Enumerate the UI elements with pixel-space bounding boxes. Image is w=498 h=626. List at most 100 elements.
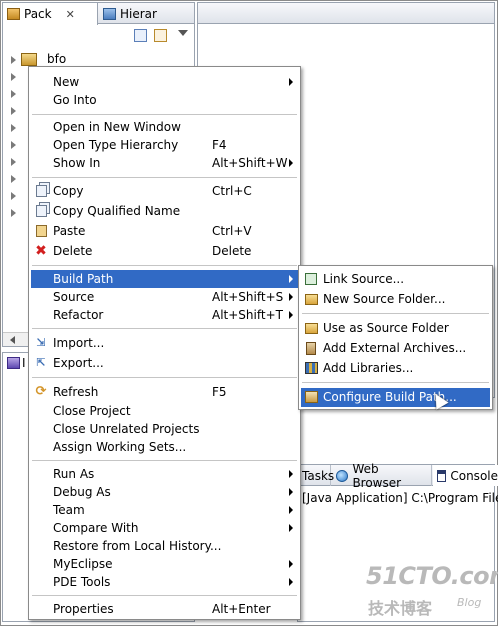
menu-item-new-source-folder[interactable]: New Source Folder... (301, 290, 490, 309)
menu-item-label: MyEclipse (53, 557, 113, 571)
outline-icon (7, 357, 20, 369)
build-path-submenu: Link Source... New Source Folder... Use … (298, 265, 493, 410)
menu-item-label: Restore from Local History... (53, 539, 222, 553)
menu-item-label: Use as Source Folder (323, 321, 449, 335)
submenu-arrow-icon (289, 506, 293, 514)
link-with-editor-icon[interactable] (154, 29, 167, 42)
menu-item-open-type-hierarchy[interactable]: Open Type Hierarchy F4 (31, 136, 298, 154)
expand-twisty-icon[interactable] (11, 107, 16, 115)
menu-item-label: Paste (53, 224, 86, 238)
tree-item-label: bfo (47, 52, 67, 66)
menu-item-add-external-archives[interactable]: Add External Archives... (301, 339, 490, 358)
menu-item-close-project[interactable]: Close Project (31, 402, 298, 420)
menu-item-label: Run As (53, 467, 95, 481)
menu-item-myeclipse[interactable]: MyEclipse (31, 555, 298, 573)
watermark-blog: Blog (457, 596, 482, 609)
tab-label: Tasks (302, 468, 335, 483)
menu-item-label: Source (53, 290, 95, 304)
menu-item-run-as[interactable]: Run As (31, 465, 298, 483)
expand-twisty-icon[interactable] (11, 90, 16, 98)
tab-package-explorer[interactable]: Pack ✕ (3, 3, 98, 25)
menu-item-new[interactable]: New (31, 73, 298, 91)
menu-item-compare-with[interactable]: Compare With (31, 519, 298, 537)
menu-item-label: New (53, 75, 80, 89)
menu-item-refresh[interactable]: ⟳ Refresh F5 (31, 383, 298, 401)
menu-item-assign-working-sets[interactable]: Assign Working Sets... (31, 438, 298, 456)
menu-item-copy-qualified-name[interactable]: Copy Qualified Name (31, 202, 298, 220)
menu-item-use-as-source-folder[interactable]: Use as Source Folder (301, 319, 490, 338)
menu-item-paste[interactable]: Paste Ctrl+V (31, 222, 298, 240)
submenu-arrow-icon (289, 488, 293, 496)
menu-separator (32, 177, 297, 178)
scroll-left-arrow-icon[interactable] (6, 336, 15, 344)
globe-icon (336, 469, 349, 482)
tab-hierarchy[interactable]: Hierar (99, 3, 194, 24)
menu-item-accelerator: Delete (212, 244, 252, 258)
menu-item-open-in-new-window[interactable]: Open in New Window (31, 118, 298, 136)
menu-item-accelerator: Ctrl+C (212, 184, 252, 198)
menu-item-copy[interactable]: Copy Ctrl+C (31, 182, 298, 200)
expand-twisty-icon[interactable] (11, 192, 16, 200)
expand-twisty-icon[interactable] (11, 175, 16, 183)
menu-item-label: Open Type Hierarchy (53, 138, 179, 152)
menu-item-pde-tools[interactable]: PDE Tools (31, 573, 298, 591)
tab-label: Web Browser (352, 461, 402, 490)
menu-item-label: Close Project (53, 404, 131, 418)
expand-twisty-icon[interactable] (11, 141, 16, 149)
menu-separator (302, 382, 489, 383)
menu-item-import[interactable]: ⇲ Import... (31, 334, 298, 352)
menu-item-restore-from-local-history[interactable]: Restore from Local History... (31, 537, 298, 555)
menu-item-label: Link Source... (323, 272, 405, 286)
close-icon[interactable]: ✕ (66, 8, 75, 21)
menu-item-label: Copy (53, 184, 84, 198)
menu-item-build-path[interactable]: Build Path (31, 270, 298, 288)
menu-item-label: Refactor (53, 308, 104, 322)
menu-item-go-into[interactable]: Go Into (31, 91, 298, 109)
expand-twisty-icon[interactable] (11, 73, 16, 81)
view-menu-chevron-down-icon[interactable] (178, 30, 188, 41)
menu-item-delete[interactable]: ✖ Delete Delete (31, 242, 298, 260)
menu-item-accelerator: F5 (212, 385, 227, 399)
menu-item-refactor[interactable]: Refactor Alt+Shift+T (31, 306, 298, 324)
import-icon: ⇲ (36, 336, 46, 349)
tab-outline[interactable]: I (3, 353, 29, 373)
menu-separator (32, 460, 297, 461)
menu-item-team[interactable]: Team (31, 501, 298, 519)
paste-icon (34, 224, 48, 238)
menu-item-debug-as[interactable]: Debug As (31, 483, 298, 501)
menu-separator (302, 313, 489, 314)
expand-twisty-icon[interactable] (11, 124, 16, 132)
menu-item-accelerator: Alt+Shift+W (212, 156, 288, 170)
menu-item-accelerator: F4 (212, 138, 227, 152)
tab-web-browser[interactable]: Web Browser (332, 462, 432, 490)
menu-item-label: Export... (53, 356, 104, 370)
tab-label: Hierar (120, 6, 157, 21)
menu-item-configure-build-path[interactable]: Configure Build Path... (301, 388, 490, 407)
source-folder-icon (304, 292, 318, 306)
refresh-icon: ⟳ (35, 384, 47, 399)
menu-item-export[interactable]: ⇱ Export... (31, 354, 298, 372)
watermark-subtitle: 技术博客 (368, 599, 433, 618)
package-explorer-icon (7, 8, 20, 20)
menu-item-label: Compare With (53, 521, 139, 535)
menu-separator (32, 328, 297, 329)
console-icon (437, 469, 447, 482)
menu-item-label: Go Into (53, 93, 97, 107)
menu-item-label: Import... (53, 336, 105, 350)
expand-twisty-icon[interactable] (11, 56, 16, 64)
menu-item-show-in[interactable]: Show In Alt+Shift+W (31, 154, 298, 172)
menu-item-accelerator: Ctrl+V (212, 224, 252, 238)
menu-item-add-libraries[interactable]: Add Libraries... (301, 359, 490, 378)
tab-console[interactable]: Console (433, 465, 498, 486)
expand-twisty-icon[interactable] (11, 209, 16, 217)
collapse-all-icon[interactable] (134, 29, 147, 42)
menu-item-link-source[interactable]: Link Source... (301, 270, 490, 289)
context-menu: New Go Into Open in New Window Open Type… (28, 66, 301, 620)
menu-item-close-unrelated-projects[interactable]: Close Unrelated Projects (31, 420, 298, 438)
editor-tab-bar (198, 3, 494, 24)
menu-item-source[interactable]: Source Alt+Shift+S (31, 288, 298, 306)
menu-item-label: Open in New Window (53, 120, 181, 134)
expand-twisty-icon[interactable] (11, 158, 16, 166)
tab-tasks[interactable]: Tasks (298, 465, 335, 486)
menu-item-properties[interactable]: Properties Alt+Enter (31, 600, 298, 618)
